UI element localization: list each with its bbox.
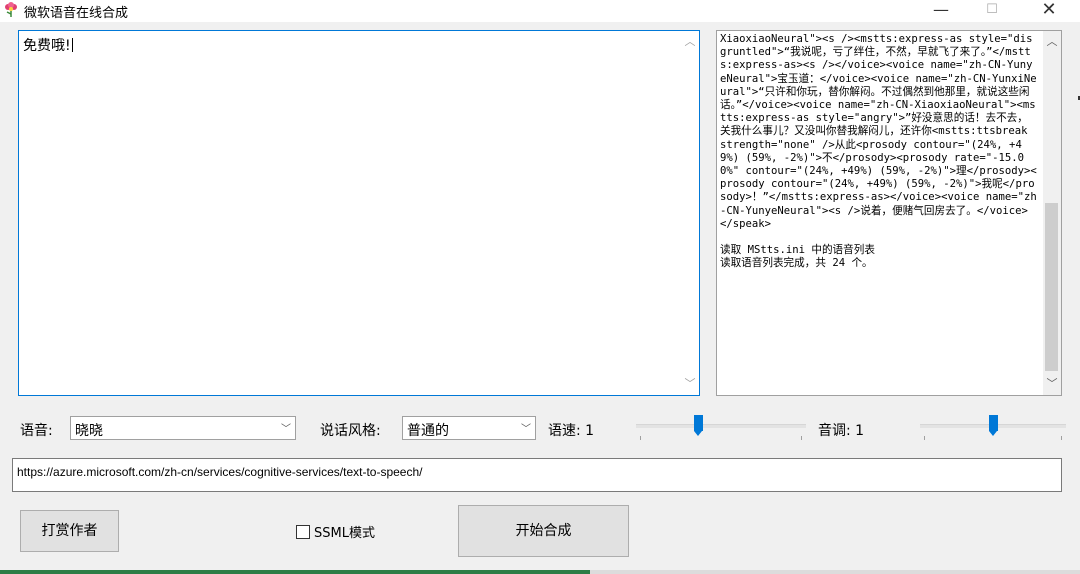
style-value: 普通的 [407, 423, 449, 439]
start-synthesis-button[interactable]: 开始合成 [458, 505, 629, 557]
style-label: 说话风格: [320, 423, 381, 439]
title-bar: 微软语音在线合成 — ☐ ✕ [0, 0, 1080, 22]
rate-slider-track [636, 424, 806, 428]
minimize-button[interactable]: — [918, 0, 964, 22]
style-select[interactable]: 普通的 ﹀ [402, 416, 536, 440]
ssml-checkbox[interactable] [296, 525, 310, 539]
slider-tick [801, 436, 802, 440]
maximize-button[interactable]: ☐ [969, 0, 1015, 22]
pitch-slider-thumb[interactable] [989, 415, 998, 436]
chevron-down-icon: ﹀ [281, 424, 291, 435]
window-client-area: 免费哦! ︿ ﹀ XiaoxiaoNeural"><s /><mstts:exp… [0, 22, 1080, 570]
slider-tick [1061, 436, 1062, 440]
close-button[interactable]: ✕ [1026, 0, 1072, 22]
input-text: 免费哦! [23, 38, 73, 54]
reward-author-button[interactable]: 打赏作者 [20, 510, 119, 552]
slider-tick [924, 436, 925, 440]
window-title: 微软语音在线合成 [24, 6, 129, 21]
log-text: XiaoxiaoNeural"><s /><mstts:express-as s… [720, 33, 1037, 270]
url-field[interactable]: https://azure.microsoft.com/zh-cn/servic… [12, 458, 1062, 492]
voice-label: 语音: [20, 423, 53, 439]
log-scroll-thumb[interactable] [1045, 203, 1058, 371]
slider-tick [640, 436, 641, 440]
text-caret [71, 38, 73, 52]
voice-value: 晓晓 [75, 423, 103, 439]
ssml-checkbox-label: SSML模式 [314, 526, 375, 541]
output-log[interactable]: XiaoxiaoNeural"><s /><mstts:express-as s… [716, 30, 1062, 396]
scroll-up-icon[interactable]: ︿ [681, 33, 699, 51]
chevron-down-icon: ﹀ [521, 424, 531, 435]
url-text: https://azure.microsoft.com/zh-cn/servic… [17, 465, 423, 479]
scroll-down-icon[interactable]: ﹀ [681, 375, 699, 393]
rate-slider[interactable] [636, 412, 806, 442]
text-input-area[interactable]: 免费哦! ︿ ﹀ [18, 30, 700, 396]
scroll-down-icon[interactable]: ﹀ [1043, 375, 1061, 393]
pitch-label: 音调: 1 [818, 423, 865, 439]
rate-label: 语速: 1 [548, 423, 595, 439]
input-scrollbar[interactable]: ︿ ﹀ [681, 31, 699, 395]
app-flower-icon [5, 2, 17, 17]
log-scrollbar[interactable]: ︿ ﹀ [1043, 31, 1061, 395]
pitch-slider[interactable] [920, 412, 1066, 442]
rate-slider-thumb[interactable] [694, 415, 703, 436]
taskbar-strip-gray [590, 570, 1080, 574]
scroll-up-icon[interactable]: ︿ [1043, 33, 1061, 51]
voice-select[interactable]: 晓晓 ﹀ [70, 416, 296, 440]
ssml-mode-toggle[interactable]: SSML模式 [296, 522, 375, 541]
